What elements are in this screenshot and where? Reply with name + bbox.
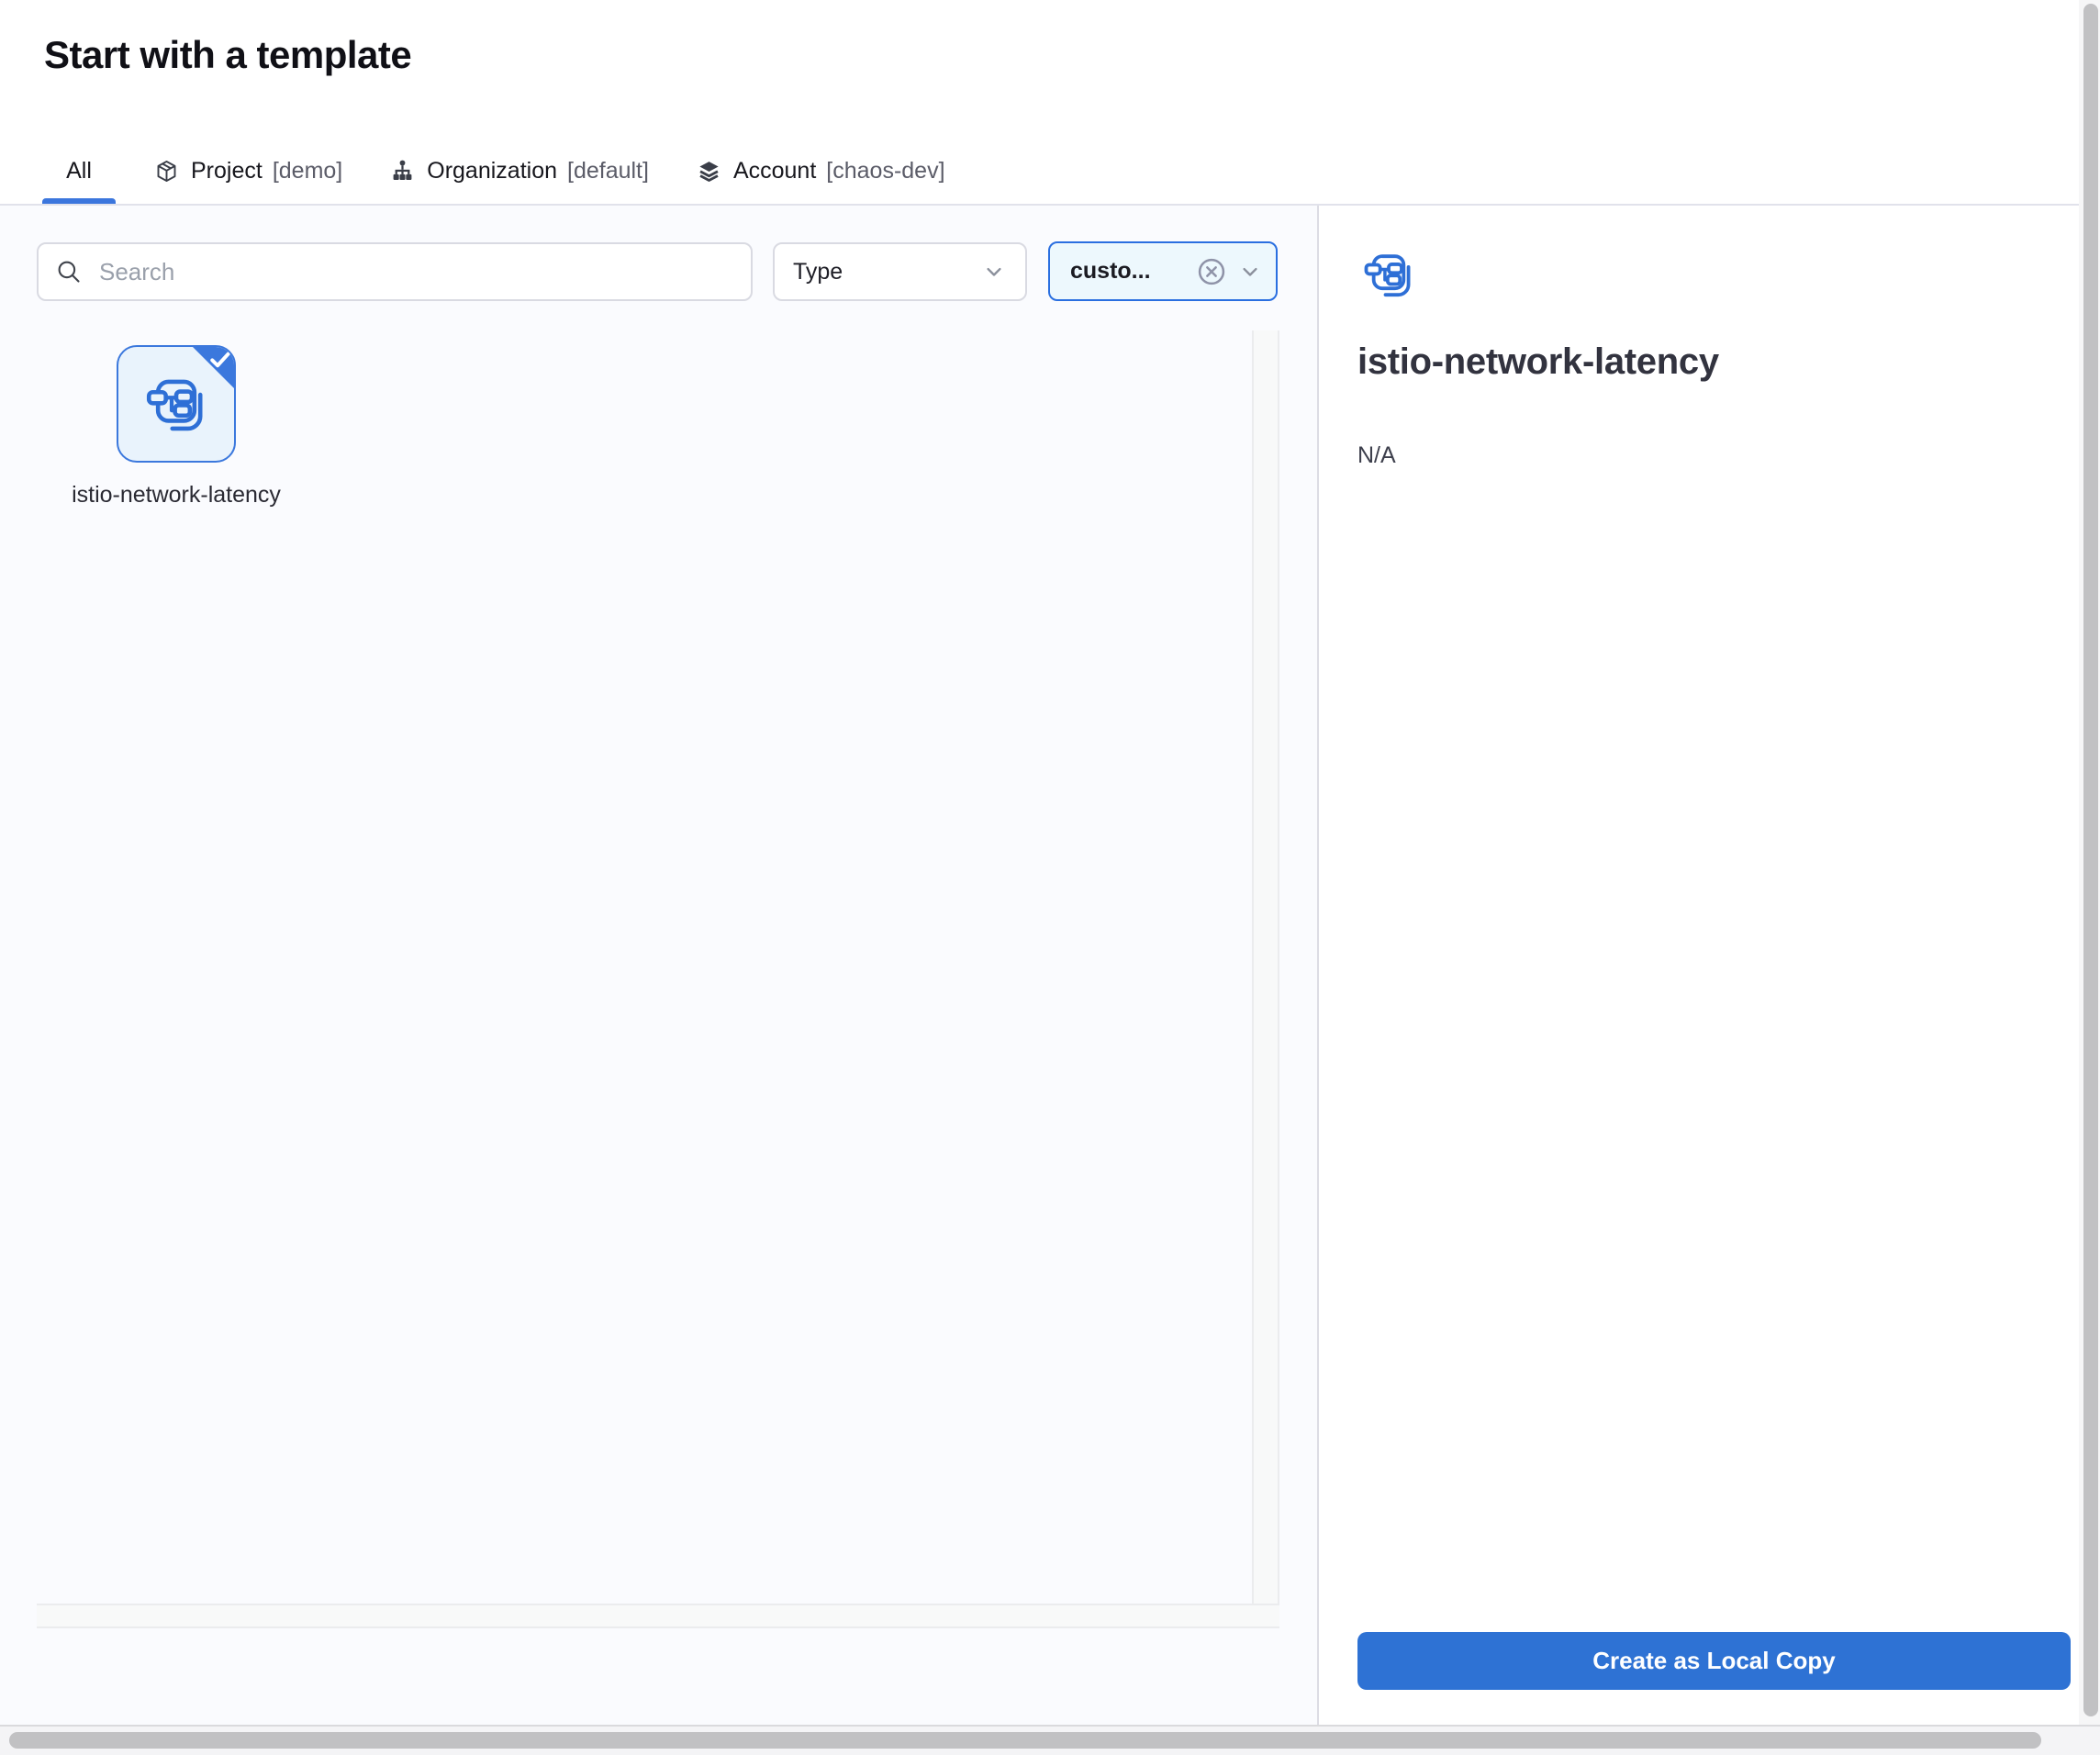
tab-account[interactable]: Account [chaos-dev] <box>687 138 955 204</box>
page-horizontal-scrollbar[interactable] <box>0 1725 2100 1755</box>
tab-project-label: Project <box>191 158 262 184</box>
search-input[interactable] <box>97 257 734 287</box>
tab-organization[interactable]: Organization [default] <box>381 138 658 204</box>
create-local-copy-button[interactable]: Create as Local Copy <box>1357 1632 2071 1690</box>
template-stack-icon <box>1363 248 1414 301</box>
template-browser-panel: Type custo... istio-netw <box>0 206 1319 1725</box>
type-filter-label: Type <box>793 259 843 285</box>
check-icon <box>207 349 233 373</box>
grid-horizontal-scrollbar[interactable] <box>37 1604 1279 1628</box>
tab-account-scope: [chaos-dev] <box>826 158 944 184</box>
cube-icon <box>154 159 179 184</box>
tab-all-label: All <box>66 158 92 184</box>
template-card-name: istio-network-latency <box>25 477 328 512</box>
tab-all[interactable]: All <box>42 138 116 204</box>
clear-circle-icon <box>1195 255 1228 288</box>
scope-tabs: All Project [demo] Organization [default… <box>42 138 955 204</box>
tab-account-label: Account <box>733 158 816 184</box>
template-grid: istio-network-latency <box>37 330 1279 1628</box>
template-card[interactable] <box>117 345 236 463</box>
vertical-scrollbar-thumb[interactable] <box>2083 4 2098 1716</box>
tab-organization-scope: [default] <box>567 158 649 184</box>
type-filter-dropdown[interactable]: Type <box>773 242 1027 301</box>
search-box <box>37 242 753 301</box>
active-filter-label: custo... <box>1070 258 1195 285</box>
tab-project[interactable]: Project [demo] <box>145 138 352 204</box>
template-stack-icon <box>145 373 207 435</box>
horizontal-scrollbar-thumb[interactable] <box>9 1732 2041 1749</box>
chevron-down-icon <box>1237 259 1263 285</box>
template-details-title: istio-network-latency <box>1357 341 1719 383</box>
chevron-down-icon <box>981 259 1007 285</box>
layers-icon <box>697 159 721 184</box>
page-vertical-scrollbar[interactable] <box>2079 0 2100 1725</box>
page-title: Start with a template <box>44 33 411 77</box>
tab-project-scope: [demo] <box>273 158 342 184</box>
clear-filter-button[interactable] <box>1195 255 1228 288</box>
tab-organization-label: Organization <box>427 158 557 184</box>
org-chart-icon <box>390 159 415 184</box>
template-details-panel: istio-network-latency N/A Create as Loca… <box>1321 206 2079 1725</box>
template-details-description: N/A <box>1357 442 1396 469</box>
grid-vertical-scrollbar[interactable] <box>1252 330 1279 1604</box>
search-icon <box>55 258 83 285</box>
active-filter-chip[interactable]: custo... <box>1048 241 1278 301</box>
